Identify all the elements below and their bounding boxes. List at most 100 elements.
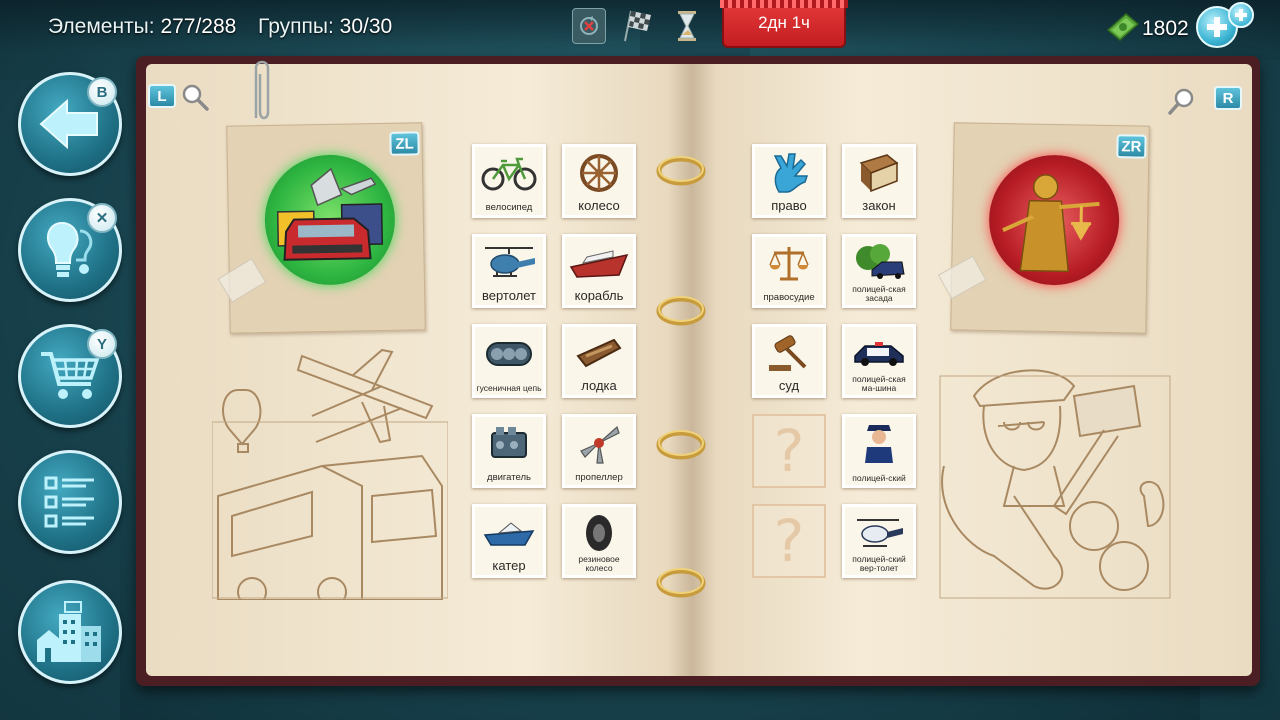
element-label: велосипед (485, 201, 533, 213)
element-tile-unknown[interactable]: ? (752, 414, 826, 488)
law-book-icon (859, 154, 899, 193)
list-button[interactable] (18, 450, 122, 554)
motorboat-icon (483, 522, 535, 546)
group-tag-left: ZL (389, 131, 420, 156)
policeman-icon (865, 425, 893, 463)
element-tile-propeller[interactable]: пропеллер (562, 414, 636, 488)
elements-counter: Элементы: 277/288 (48, 15, 236, 39)
element-label: полицей-ский вер-толет (852, 554, 906, 574)
element-tile-motorboat[interactable]: катер (472, 504, 546, 578)
ship-icon (569, 250, 629, 278)
question-mark-icon: ? (773, 507, 805, 575)
police-helicopter-icon (857, 519, 903, 547)
element-label: лодка (581, 378, 617, 393)
police-car-icon (854, 342, 904, 366)
button-badge: Y (87, 329, 117, 359)
scales-icon (769, 247, 809, 281)
element-label: двигатель (487, 471, 531, 483)
justice-sketch-illustration (939, 369, 1171, 599)
add-currency-small-button[interactable] (1228, 2, 1254, 28)
wooden-wheel-icon (580, 154, 618, 192)
button-badge: ✕ (87, 203, 117, 233)
top-hud: Элементы: 277/288 Группы: 30/30 2дн 1ч 1… (0, 0, 1280, 52)
element-tile-right-law[interactable]: право (752, 144, 826, 218)
group-card-transport[interactable]: ZL (217, 122, 426, 334)
back-button[interactable]: B (18, 72, 122, 176)
element-label: право (771, 198, 807, 213)
binder-ring (656, 156, 706, 186)
element-tile-unknown[interactable]: ? (752, 504, 826, 578)
button-badge: B (87, 77, 117, 107)
event-timer[interactable]: 2дн 1ч (720, 0, 848, 48)
element-tile-police-ambush[interactable]: полицей-ская засада (842, 234, 916, 308)
groups-counter: Группы: 30/30 (258, 15, 392, 39)
city-button[interactable] (18, 580, 122, 684)
gavel-icon (769, 335, 807, 371)
arrow-left-icon (39, 99, 98, 149)
search-icon[interactable] (180, 82, 210, 112)
list-icon (44, 476, 94, 528)
prev-page-button[interactable]: L (148, 84, 176, 108)
element-label: резиновое колесо (578, 554, 620, 574)
tire-icon (586, 515, 612, 551)
helicopter-icon (485, 247, 535, 277)
currency-amount: 1802 (1142, 17, 1189, 40)
next-page-button[interactable]: R (1214, 86, 1242, 110)
groups-value: 30/30 (339, 15, 393, 38)
element-label: катер (492, 558, 526, 573)
element-tile-law[interactable]: закон (842, 144, 916, 218)
element-tile-justice[interactable]: правосудие (752, 234, 826, 308)
element-label: правосудие (763, 291, 815, 303)
caterpillar-track-icon (486, 342, 532, 366)
transport-group-icon (263, 153, 396, 287)
element-tile-bicycle[interactable]: велосипед (472, 144, 546, 218)
element-tile-police-helicopter[interactable]: полицей-ский вер-толет (842, 504, 916, 578)
plus-icon (1207, 17, 1227, 37)
group-card-justice[interactable]: ZR (937, 122, 1150, 334)
element-tile-rubber-wheel[interactable]: резиновое колесо (562, 504, 636, 578)
transport-sketch-illustration (212, 348, 448, 600)
element-label: колесо (578, 198, 620, 213)
cash-icon (1106, 13, 1140, 41)
checkered-flag-icon[interactable] (620, 8, 654, 44)
binder-ring (656, 568, 706, 598)
raised-hand-icon (773, 153, 809, 193)
element-tile-ship[interactable]: корабль (562, 234, 636, 308)
shopping-cart-icon (41, 352, 100, 399)
search-icon[interactable] (1168, 86, 1198, 116)
element-tile-engine[interactable]: двигатель (472, 414, 546, 488)
element-label: закон (862, 198, 896, 213)
rowboat-icon (576, 338, 622, 368)
city-buildings-icon (37, 601, 101, 662)
element-label: гусеничная цепь (476, 383, 542, 394)
elements-label: Элементы: (48, 15, 155, 38)
element-tile-policeman[interactable]: полицей-ский (842, 414, 916, 488)
paper-clip-icon (254, 60, 270, 120)
reset-icon[interactable] (572, 8, 606, 44)
binder-ring (656, 430, 706, 460)
justice-group-icon (988, 153, 1121, 287)
timer-text: 2дн 1ч (758, 13, 810, 32)
elements-value: 277/288 (160, 15, 237, 38)
currency-display: 1802 (1106, 2, 1276, 48)
element-label: корабль (574, 288, 624, 303)
plus-icon (1235, 9, 1247, 21)
group-tag-right: ZR (1116, 134, 1147, 159)
question-mark-icon: ? (773, 417, 805, 485)
element-tile-caterpillar-track[interactable]: гусеничная цепь (472, 324, 546, 398)
element-tile-boat[interactable]: лодка (562, 324, 636, 398)
element-label: суд (778, 378, 800, 393)
hourglass-icon[interactable] (670, 8, 704, 44)
element-tile-court[interactable]: суд (752, 324, 826, 398)
element-label: полицей-ский (852, 473, 906, 484)
groups-label: Группы: (258, 15, 334, 38)
element-tile-helicopter[interactable]: вертолет (472, 234, 546, 308)
element-tile-wheel[interactable]: колесо (562, 144, 636, 218)
element-label: полицей-ская засада (852, 284, 906, 304)
police-ambush-icon (856, 244, 905, 279)
element-label: полицей-ская ма-шина (852, 374, 906, 394)
element-tile-police-car[interactable]: полицей-ская ма-шина (842, 324, 916, 398)
element-label: вертолет (481, 288, 537, 303)
shop-button[interactable]: Y (18, 324, 122, 428)
hint-button[interactable]: ✕ (18, 198, 122, 302)
